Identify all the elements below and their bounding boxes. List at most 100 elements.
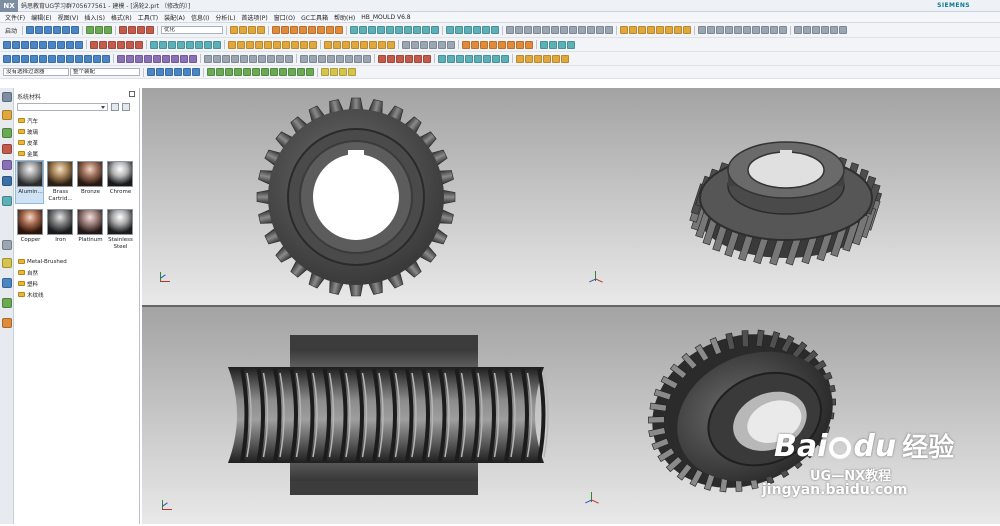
toolbar-tool-icon[interactable]	[75, 40, 83, 49]
toolbar-tool-icon[interactable]	[629, 26, 638, 34]
toolbar-tool-icon[interactable]	[66, 40, 74, 49]
part-navigator-icon[interactable]	[2, 144, 12, 154]
toolbar-tool-icon[interactable]	[456, 54, 464, 63]
toolbar-tool-icon[interactable]	[104, 26, 113, 34]
toolbar-tool-icon[interactable]	[291, 40, 299, 49]
toolbar-tool-icon[interactable]	[525, 54, 533, 63]
toolbar-tool-icon[interactable]	[342, 40, 350, 49]
toolbar-tool-icon[interactable]	[569, 26, 578, 34]
toolbar-tool-icon[interactable]	[300, 40, 308, 49]
toolbar-tool-icon[interactable]	[404, 26, 413, 34]
toolbar-tool-icon[interactable]	[447, 54, 455, 63]
toolbar-tool-icon[interactable]	[53, 26, 62, 34]
toolbar-tool-icon[interactable]	[249, 54, 257, 63]
toolbar-tool-icon[interactable]	[438, 40, 446, 49]
material-folder[interactable]: 自然	[18, 269, 38, 277]
toolbar-tool-icon[interactable]	[587, 26, 596, 34]
toolbar-tool-icon[interactable]	[246, 40, 254, 49]
toolbar-tool-icon[interactable]	[438, 54, 446, 63]
toolbar-tool-icon[interactable]	[321, 68, 329, 76]
toolbar-tool-icon[interactable]	[455, 26, 464, 34]
toolbar-tool-icon[interactable]	[213, 54, 221, 63]
toolbar-tool-icon[interactable]	[62, 26, 71, 34]
toolbar-tool-icon[interactable]	[387, 40, 395, 49]
menu-item[interactable]: 插入(S)	[81, 13, 108, 22]
toolbar-tool-icon[interactable]	[552, 54, 560, 63]
material-swatch[interactable]: Alumin...	[15, 160, 44, 204]
toolbar-tool-icon[interactable]	[309, 54, 317, 63]
toolbar-tool-icon[interactable]	[542, 26, 551, 34]
toolbar-tool-icon[interactable]	[243, 68, 251, 76]
material-swatch[interactable]: Stainless Steel	[106, 209, 133, 251]
toolbar-tool-icon[interactable]	[471, 40, 479, 49]
toolbar-tool-icon[interactable]	[752, 26, 761, 34]
menu-item[interactable]: 首选项(P)	[238, 13, 270, 22]
toolbar-tool-icon[interactable]	[204, 40, 212, 49]
toolbar-tool-icon[interactable]	[21, 54, 29, 63]
toolbar-tool-icon[interactable]	[156, 68, 164, 76]
menu-item[interactable]: 帮助(H)	[331, 13, 358, 22]
graphics-window[interactable]: Bai du 经验 UG—NX教程 jingyan.baidu.com	[142, 88, 1000, 524]
render-mode-select[interactable]: 优化	[161, 26, 224, 34]
toolbar-tool-icon[interactable]	[327, 54, 335, 63]
toolbar-tool-icon[interactable]	[567, 40, 575, 49]
toolbar-tool-icon[interactable]	[839, 26, 848, 34]
toolbar-tool-icon[interactable]	[345, 54, 353, 63]
toolbar-tool-icon[interactable]	[464, 26, 473, 34]
assembly-navigator-icon[interactable]	[2, 110, 12, 120]
menu-item[interactable]: HB_MOULD V6.8	[358, 14, 413, 21]
toolbar-tool-icon[interactable]	[395, 26, 404, 34]
toolbar-tool-icon[interactable]	[674, 26, 683, 34]
toolbar-tool-icon[interactable]	[159, 40, 167, 49]
toolbar-tool-icon[interactable]	[290, 26, 299, 34]
material-swatch[interactable]: Chrome	[106, 161, 133, 203]
toolbar-tool-icon[interactable]	[95, 26, 104, 34]
viewport-bottom[interactable]: Bai du 经验 UG—NX教程 jingyan.baidu.com	[142, 307, 1000, 524]
toolbar-tool-icon[interactable]	[39, 40, 47, 49]
toolbar-tool-icon[interactable]	[716, 26, 725, 34]
toolbar-tool-icon[interactable]	[354, 54, 362, 63]
toolbar-tool-icon[interactable]	[204, 54, 212, 63]
toolbar-tool-icon[interactable]	[137, 26, 146, 34]
toolbar-tool-icon[interactable]	[39, 54, 47, 63]
toolbar-tool-icon[interactable]	[429, 40, 437, 49]
toolbar-tool-icon[interactable]	[483, 54, 491, 63]
toolbar-tool-icon[interactable]	[363, 54, 371, 63]
toolbar-tool-icon[interactable]	[84, 54, 92, 63]
toolbar-tool-icon[interactable]	[414, 54, 422, 63]
toolbar-tool-icon[interactable]	[524, 26, 533, 34]
toolbar-tool-icon[interactable]	[516, 54, 524, 63]
toolbar-tool-icon[interactable]	[30, 54, 38, 63]
toolbar-tool-icon[interactable]	[93, 54, 101, 63]
panel-action-icon[interactable]	[111, 103, 119, 111]
toolbar-tool-icon[interactable]	[21, 40, 29, 49]
toolbar-tool-icon[interactable]	[57, 54, 65, 63]
roles-icon[interactable]	[2, 298, 12, 308]
toolbar-tool-icon[interactable]	[360, 40, 368, 49]
toolbar-tool-icon[interactable]	[447, 40, 455, 49]
toolbar-tool-icon[interactable]	[222, 54, 230, 63]
start-menu-button[interactable]: 启动	[5, 26, 17, 35]
menu-item[interactable]: 工具(T)	[135, 13, 161, 22]
toolbar-tool-icon[interactable]	[387, 54, 395, 63]
toolbar-tool-icon[interactable]	[147, 68, 155, 76]
system-scenes-icon[interactable]	[2, 318, 12, 328]
toolbar-tool-icon[interactable]	[86, 26, 95, 34]
toolbar-tool-icon[interactable]	[473, 26, 482, 34]
material-swatch[interactable]: Copper	[16, 209, 43, 251]
toolbar-tool-icon[interactable]	[351, 40, 359, 49]
toolbar-tool-icon[interactable]	[707, 26, 716, 34]
hd3d-tools-icon[interactable]	[2, 176, 12, 186]
menu-item[interactable]: GC工具箱	[298, 13, 331, 22]
toolbar-tool-icon[interactable]	[225, 68, 233, 76]
toolbar-tool-icon[interactable]	[30, 40, 38, 49]
toolbar-tool-icon[interactable]	[803, 26, 812, 34]
toolbar-tool-icon[interactable]	[605, 26, 614, 34]
toolbar-tool-icon[interactable]	[779, 26, 788, 34]
toolbar-tool-icon[interactable]	[297, 68, 305, 76]
material-swatch[interactable]: Brass Cartrid...	[46, 161, 73, 203]
toolbar-tool-icon[interactable]	[507, 40, 515, 49]
toolbar-tool-icon[interactable]	[326, 26, 335, 34]
toolbar-tool-icon[interactable]	[248, 26, 257, 34]
toolbar-tool-icon[interactable]	[501, 54, 509, 63]
